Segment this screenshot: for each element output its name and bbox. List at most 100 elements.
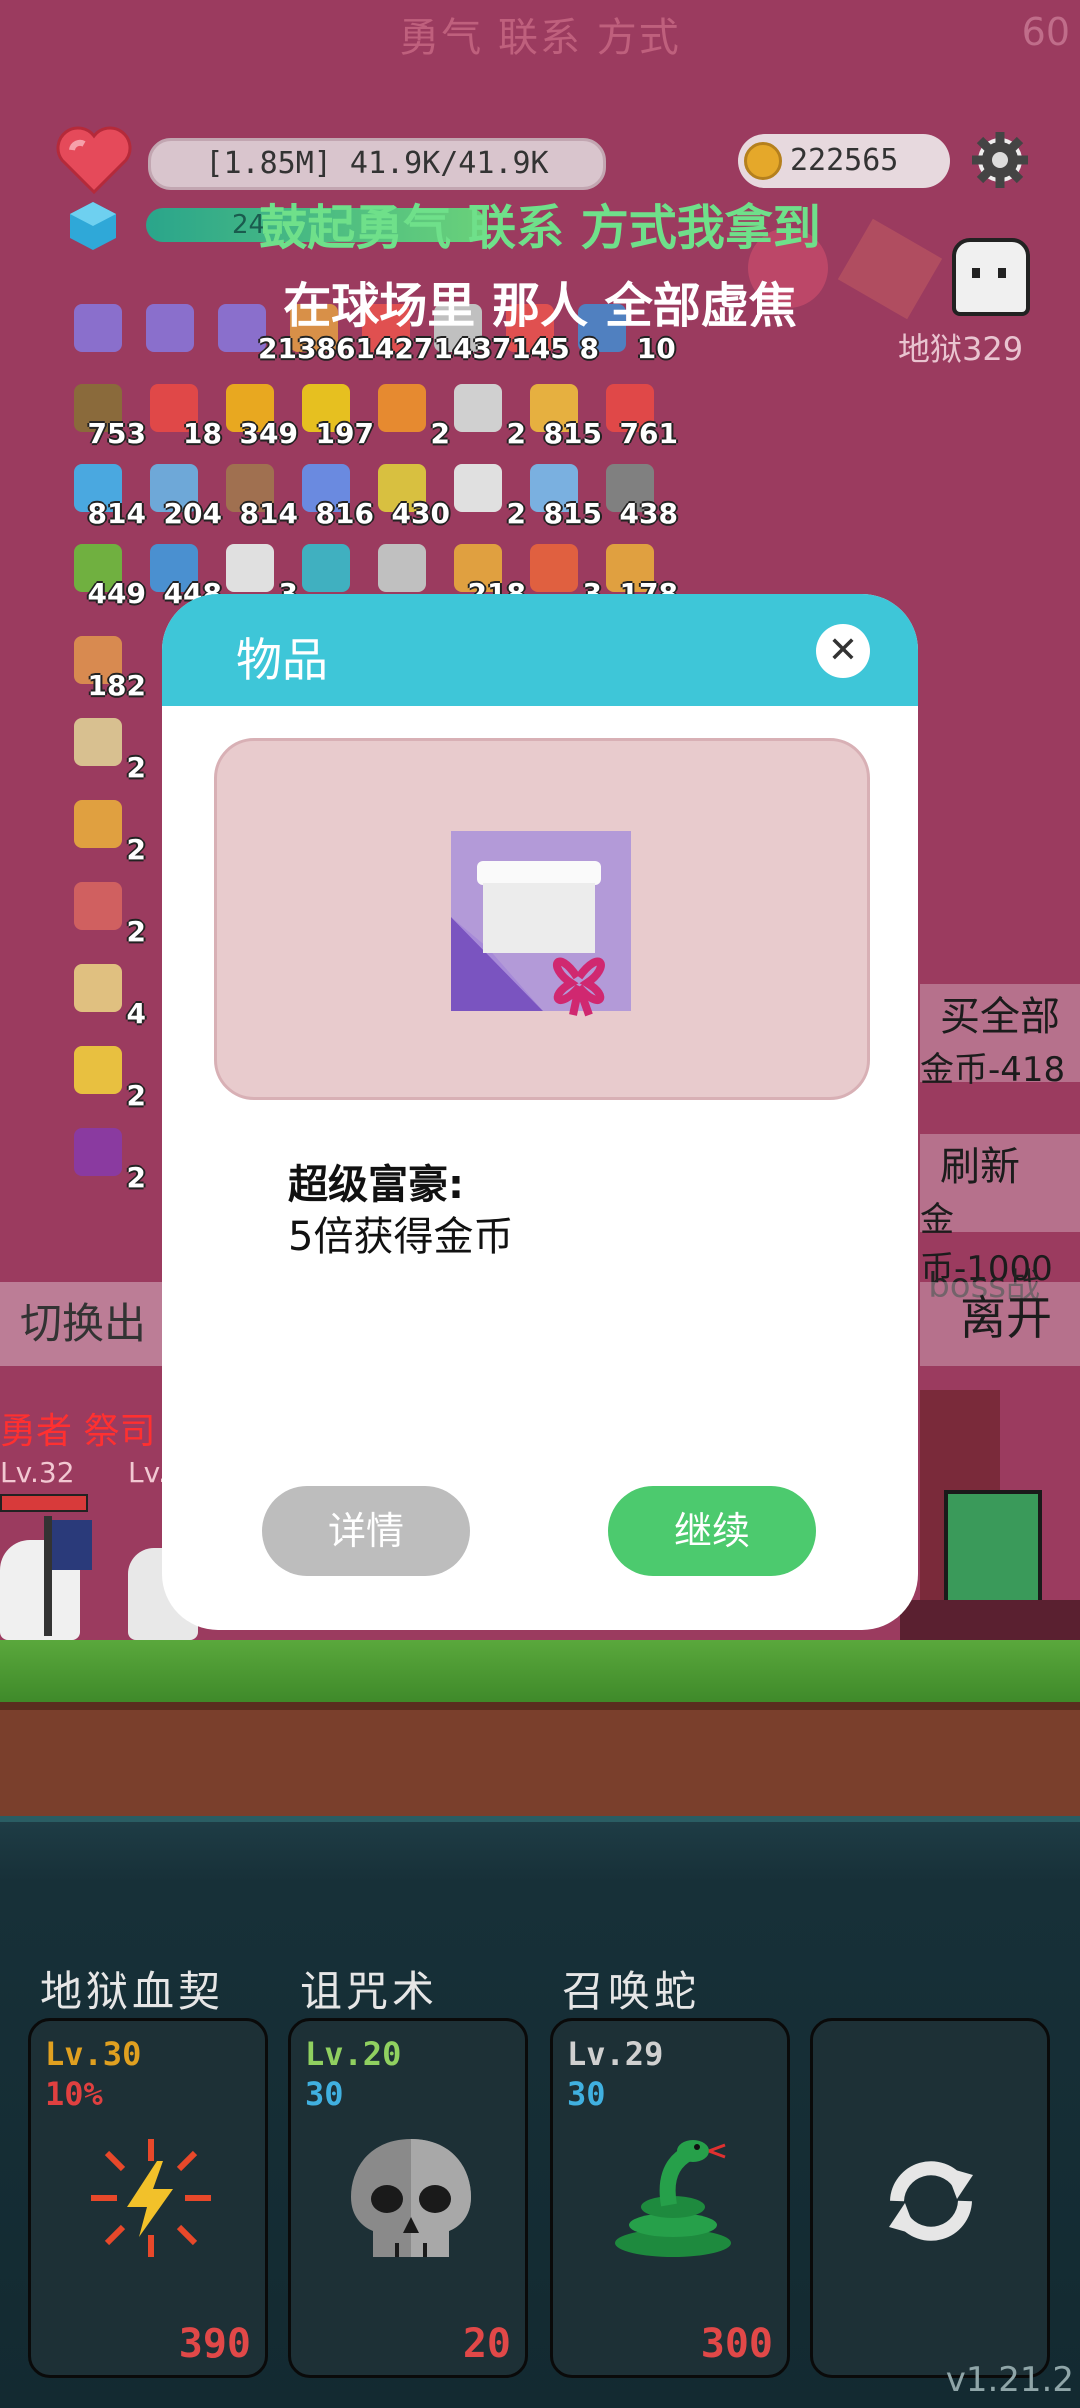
inventory-item[interactable]: 2 (372, 380, 450, 450)
continue-button[interactable]: 继续 (608, 1486, 816, 1576)
dialog-title: 物品 (236, 633, 328, 687)
hero-flag (52, 1520, 92, 1570)
coin-icon (744, 142, 782, 180)
skill-level: Lv.20 (305, 2035, 402, 2073)
item-count: 815 (543, 417, 602, 450)
refresh-skills-button[interactable] (810, 2018, 1050, 2378)
item-description: 5倍获得金币 (288, 1214, 514, 1260)
skill-value: 30 (567, 2075, 606, 2113)
buy-all-cost: 金币-418 (920, 1050, 1066, 1090)
party-names: 勇者 祭司 (0, 1411, 156, 1452)
item-count: 182 (87, 669, 146, 702)
item-count: 753 (87, 417, 146, 450)
inventory-item[interactable]: 2 (448, 460, 526, 530)
inventory-item[interactable]: 815 (524, 380, 602, 450)
inventory-item[interactable]: 197 (296, 380, 374, 450)
item-name: 超级富豪: (288, 1162, 464, 1208)
inventory-item[interactable]: 816 (296, 460, 374, 530)
inventory-item[interactable]: 753 (68, 380, 146, 450)
inventory-item[interactable]: 2 (68, 878, 146, 948)
skill-card-hell-pact[interactable]: Lv.30 10% 390 (28, 2018, 268, 2378)
item-count: 2 (126, 833, 146, 866)
item-dialog: 物品 ✕ 超级富豪: 5倍获得金币 详情 继续 (162, 594, 918, 1630)
inventory-item[interactable]: 815 (524, 460, 602, 530)
inventory-item[interactable]: 182 (68, 632, 146, 702)
item-count: 10 (636, 332, 676, 365)
leave-button[interactable]: 离开 (920, 1282, 1080, 1366)
heart-icon (56, 126, 132, 195)
inventory-left-column: 182 2 2 2 4 2 2 (68, 632, 148, 1272)
snake-icon (615, 2140, 731, 2257)
lyric-line-2: 在球场里 那人 全部虚焦 (283, 278, 797, 334)
inventory-item[interactable]: 218 (448, 540, 526, 610)
item-count: 430 (391, 497, 450, 530)
item-icon (74, 964, 122, 1012)
inventory-item[interactable]: 2 (68, 714, 146, 784)
inventory-item[interactable]: 3 (220, 540, 298, 610)
inventory-item[interactable] (372, 540, 432, 600)
skill-name-3: 召唤蛇 (562, 1967, 701, 2016)
switch-button[interactable]: 切换出 (0, 1282, 170, 1366)
grass-strip (0, 1640, 1080, 1702)
inventory-item[interactable] (296, 540, 356, 600)
inventory-item[interactable]: 449 (68, 540, 146, 610)
skill-name-1: 地狱血契 (40, 1967, 225, 2016)
item-icon (454, 384, 502, 432)
item-count: 2 (126, 1079, 146, 1112)
details-button[interactable]: 详情 (262, 1486, 470, 1576)
item-icon (226, 544, 274, 592)
item-icon (378, 384, 426, 432)
inventory-item[interactable]: 814 (220, 460, 298, 530)
item-count: 18 (183, 417, 222, 450)
item-count: 814 (87, 497, 146, 530)
skill-cost: 300 (700, 2321, 773, 2367)
hero-flag-pole (44, 1516, 52, 1636)
inventory-item[interactable]: 178 (600, 540, 678, 610)
inventory-item[interactable]: 349 (220, 380, 298, 450)
inventory-item[interactable]: 204 (144, 460, 222, 530)
skull-icon (351, 2139, 471, 2257)
inventory-item[interactable]: 3 (524, 540, 602, 610)
item-count: 438 (619, 497, 678, 530)
item-count: 816 (315, 497, 374, 530)
item-count: 6142 (335, 332, 414, 365)
inventory-item[interactable]: 2 (68, 1124, 146, 1194)
item-icon (74, 800, 122, 848)
item-preview (214, 738, 870, 1100)
refresh-shop-button[interactable]: 刷新 金币-1000 (920, 1134, 1080, 1289)
skill-value: 30 (305, 2075, 344, 2113)
buy-all-label: 买全部 (940, 994, 1060, 1040)
dirt-strip (0, 1702, 1080, 1830)
item-count: 197 (315, 417, 374, 450)
hero-level-label: Lv.32 (0, 1456, 75, 1489)
inventory-item[interactable]: 2 (68, 796, 146, 866)
buy-all-button[interactable]: 买全部 金币-418 (920, 984, 1080, 1090)
skill-card-summon-snake[interactable]: Lv.29 30 300 (550, 2018, 790, 2378)
inventory-item[interactable]: 430 (372, 460, 450, 530)
close-icon[interactable]: ✕ (816, 624, 870, 678)
item-count: 2 (126, 915, 146, 948)
skill-level: Lv.29 (567, 2035, 664, 2073)
skill-cost: 390 (178, 2321, 251, 2367)
inventory-item[interactable]: 18 (144, 380, 222, 450)
inventory-item[interactable]: 814 (68, 460, 146, 530)
hp-bar: [1.85M] 41.9K/41.9K (148, 138, 606, 190)
inventory-item[interactable]: 448 (144, 540, 222, 610)
item-count: 7143 (413, 332, 492, 365)
inventory-item[interactable]: 761 (600, 380, 678, 450)
inventory-row-1-counts: 2138614271437145 8 10 (258, 332, 676, 365)
inventory-item[interactable]: 2 (448, 380, 526, 450)
item-count: 2 (126, 1161, 146, 1194)
item-icon (378, 544, 426, 592)
item-count: 814 (239, 497, 298, 530)
inventory-item[interactable]: 4 (68, 960, 146, 1030)
inventory-item[interactable]: 438 (600, 460, 678, 530)
version-label: v1.21.2 (945, 2360, 1074, 2400)
settings-gear-icon[interactable] (970, 130, 1030, 190)
skill-card-curse[interactable]: Lv.20 30 20 (288, 2018, 528, 2378)
inventory-item[interactable]: 2 (68, 1042, 146, 1112)
enemy-base (900, 1600, 1080, 1640)
fps-counter: 60 (1021, 10, 1070, 54)
item-icon (302, 544, 350, 592)
item-icon (74, 1046, 122, 1094)
